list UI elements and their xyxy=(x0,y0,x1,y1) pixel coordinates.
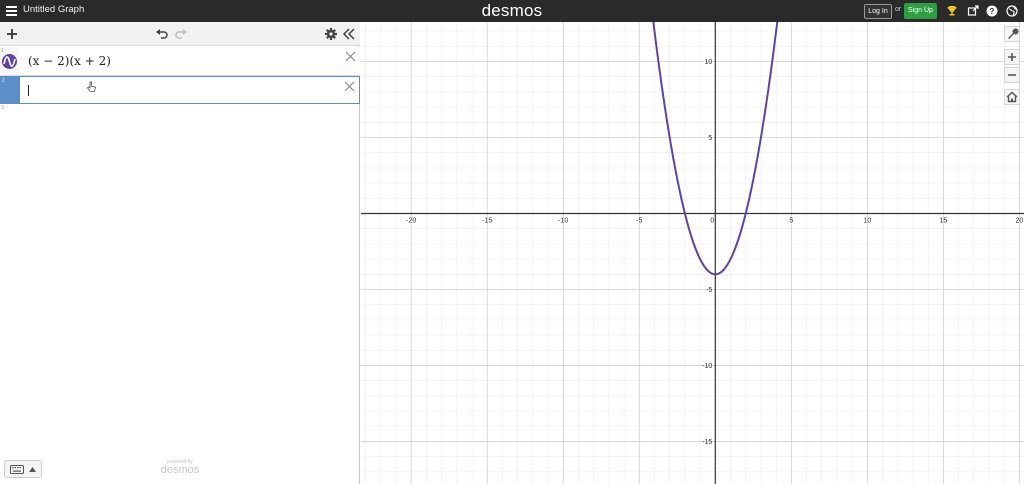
collapse-panel-button[interactable] xyxy=(342,27,356,41)
plus-icon xyxy=(1008,53,1016,61)
close-icon[interactable] xyxy=(344,81,355,92)
plus-icon xyxy=(7,29,17,39)
y-tick-label: 5 xyxy=(708,135,712,142)
y-tick-label: -15 xyxy=(702,439,712,446)
text-cursor xyxy=(28,85,29,96)
expression-row-1[interactable]: 1 (x − 2)(x + 2) xyxy=(0,47,360,76)
major-grid xyxy=(361,22,1024,484)
redo-icon xyxy=(175,29,187,39)
expression-panel: 1 (x − 2)(x + 2) 2 3 powered by desmos xyxy=(0,22,360,484)
wrench-icon xyxy=(1008,28,1019,39)
x-tick-label: 0 xyxy=(710,217,714,224)
settings-button[interactable] xyxy=(324,27,338,41)
y-tick-labels: -15 -10 -5 5 10 xyxy=(702,59,712,446)
keyboard-toggle-button[interactable] xyxy=(4,460,42,478)
y-tick-label: 10 xyxy=(705,59,713,66)
expression-math[interactable]: (x − 2)(x + 2) xyxy=(28,54,111,68)
mouse-pointer-icon xyxy=(87,81,96,92)
login-button[interactable]: Log In xyxy=(864,4,892,19)
y-tick-label: -10 xyxy=(702,363,712,370)
powered-by-desmos: powered by desmos xyxy=(158,459,202,476)
undo-button[interactable] xyxy=(155,27,169,41)
expression-index: 3 xyxy=(1,105,4,111)
x-tick-label: 5 xyxy=(789,217,793,224)
default-viewport-button[interactable] xyxy=(1004,89,1020,105)
keyboard-icon xyxy=(10,465,24,474)
zoom-in-button[interactable] xyxy=(1004,49,1020,65)
expression-toolbar xyxy=(0,22,360,46)
or-label: or xyxy=(895,6,902,13)
axes xyxy=(361,22,1024,484)
x-tick-label: 10 xyxy=(863,217,871,224)
minor-grid xyxy=(361,22,1024,484)
top-bar: Untitled Graph desmos Log In or Sign Up … xyxy=(0,0,1024,22)
x-tick-label: 20 xyxy=(1016,217,1024,224)
globe-icon[interactable] xyxy=(1006,5,1018,17)
share-icon[interactable] xyxy=(967,5,979,17)
trophy-icon[interactable] xyxy=(946,5,958,17)
x-tick-label: -15 xyxy=(482,217,492,224)
caret-up-icon xyxy=(29,467,36,472)
expression-gutter: 1 xyxy=(0,47,19,75)
expression-row-2[interactable]: 2 xyxy=(0,76,360,104)
x-tick-label: -20 xyxy=(406,217,416,224)
curve-toggle-icon[interactable] xyxy=(2,54,17,69)
gear-icon xyxy=(325,28,337,40)
graph-canvas[interactable]: -20 -15 -10 -5 0 5 10 15 20 -15 -10 -5 5 10 xyxy=(361,22,1024,484)
x-tick-label: 15 xyxy=(940,217,948,224)
undo-icon xyxy=(156,29,168,39)
redo-button[interactable] xyxy=(174,27,188,41)
powered-by-brand: desmos xyxy=(160,464,200,476)
y-tick-label: -5 xyxy=(706,287,712,294)
minus-icon xyxy=(1008,74,1016,76)
expression-gutter: 2 xyxy=(1,77,20,103)
svg-text:?: ? xyxy=(990,7,995,16)
signup-button[interactable]: Sign Up xyxy=(904,3,937,19)
double-chevron-left-icon xyxy=(342,28,355,40)
help-icon[interactable]: ? xyxy=(986,5,998,17)
graph-settings-button[interactable] xyxy=(1004,26,1020,42)
zoom-out-button[interactable] xyxy=(1004,67,1020,83)
x-tick-label: -10 xyxy=(558,217,568,224)
expression-index: 2 xyxy=(2,78,5,84)
x-tick-label: -5 xyxy=(636,217,642,224)
home-icon xyxy=(1006,91,1018,103)
add-expression-button[interactable] xyxy=(5,27,19,41)
close-icon[interactable] xyxy=(345,51,356,62)
